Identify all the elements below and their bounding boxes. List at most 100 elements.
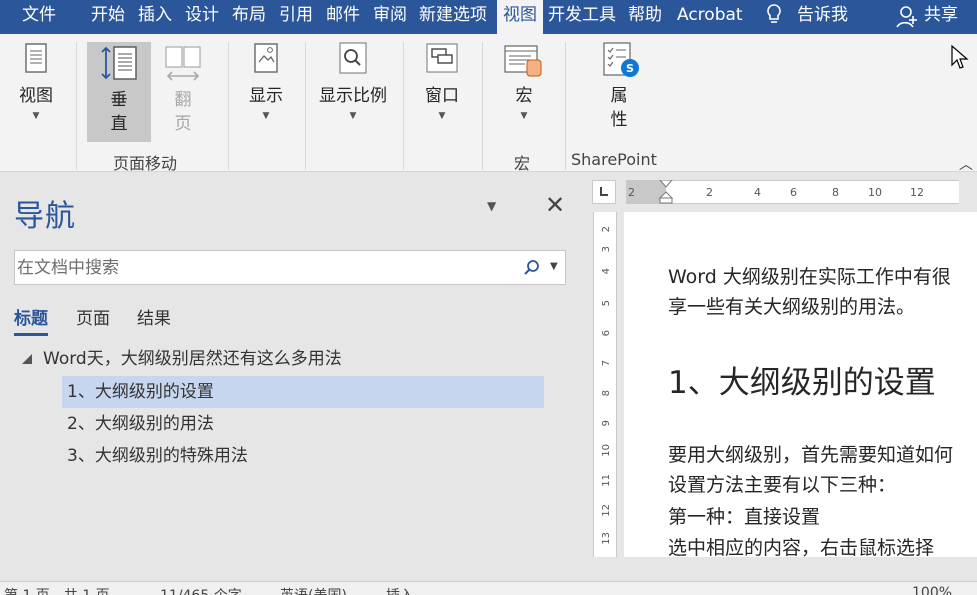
tab-developer[interactable]: 开发工具 xyxy=(548,0,616,34)
tab-headings[interactable]: 标题 xyxy=(14,304,48,336)
heading-item[interactable]: 3、大纲级别的特殊用法 xyxy=(67,440,248,472)
window-icon xyxy=(426,43,458,73)
tab-insert[interactable]: 插入 xyxy=(138,0,172,34)
ruler-number: 8 xyxy=(832,186,839,199)
ruler-number: 6 xyxy=(601,330,612,337)
vertical-label-1: 垂 xyxy=(110,90,128,110)
magnifier-icon xyxy=(339,42,367,74)
doc-heading: 1、大纲级别的设置 xyxy=(668,365,936,401)
vertical-ruler[interactable]: 2 3 4 5 6 7 8 9 10 11 12 13 xyxy=(593,212,617,557)
ruler-number: 2 xyxy=(628,186,635,199)
window-label: 窗口 xyxy=(425,86,459,106)
search-icon[interactable] xyxy=(523,259,541,277)
indent-marker-icon[interactable] xyxy=(658,180,674,204)
search-input[interactable] xyxy=(17,253,507,282)
tab-results[interactable]: 结果 xyxy=(137,304,171,329)
ruler-number: 8 xyxy=(601,390,612,397)
zoom-label: 显示比例 xyxy=(319,86,387,106)
document-page[interactable]: Word 大纲级别在实际工作中有很 享一些有关大纲级别的用法。 1、大纲级别的设… xyxy=(624,212,977,557)
tell-me-label[interactable]: 告诉我 xyxy=(797,0,848,34)
flip-label-1: 翻 xyxy=(174,90,192,110)
properties-label-1: 属 xyxy=(610,86,628,106)
ruler-number: 11 xyxy=(601,474,612,487)
ruler-number: 12 xyxy=(910,186,924,199)
horizontal-ruler[interactable]: 2 2 4 6 8 10 12 xyxy=(626,180,959,204)
search-options-icon[interactable]: ▼ xyxy=(550,261,558,272)
zoom-dropdown-icon: ▼ xyxy=(349,111,357,121)
ruler-number: 2 xyxy=(706,186,713,199)
ruler-number: 5 xyxy=(601,300,612,307)
document-view-icon xyxy=(25,43,47,73)
ribbon-divider xyxy=(305,42,306,170)
ruler-number: 9 xyxy=(601,420,612,427)
pane-options-icon[interactable]: ▼ xyxy=(487,199,496,213)
heading-item[interactable]: 2、大纲级别的用法 xyxy=(67,408,214,440)
ribbon-divider xyxy=(228,42,229,170)
heading-item-selected[interactable]: 1、大纲级别的设置 xyxy=(62,376,544,408)
share-button[interactable]: 共享 xyxy=(924,0,958,34)
share-person-icon[interactable] xyxy=(895,3,919,29)
ruler-number: 13 xyxy=(601,532,612,545)
tab-file[interactable]: 文件 xyxy=(22,0,56,34)
macros-label: 宏 xyxy=(515,86,533,106)
collapse-ribbon-icon[interactable]: ︿ xyxy=(959,154,973,174)
navigation-pane: 导航 ▼ ✕ ▼ 标题 页面 结果 Word天，大纲级别居然还有这么多用法 1、… xyxy=(0,173,583,581)
ribbon-divider xyxy=(482,42,483,170)
heading-item[interactable]: Word天，大纲级别居然还有这么多用法 xyxy=(43,343,342,375)
window-dropdown-icon: ▼ xyxy=(438,111,446,121)
language[interactable]: 英语(美国) xyxy=(280,585,347,595)
ruler-number: 4 xyxy=(754,186,761,199)
vertical-label-2: 直 xyxy=(110,114,128,134)
doc-paragraph: 第一种：直接设置 xyxy=(668,506,821,528)
menu-bar: 文件 开始 插入 设计 布局 引用 邮件 审阅 新建选项 视图 开发工具 帮助 … xyxy=(0,0,977,38)
pane-splitter[interactable] xyxy=(583,173,590,581)
side-to-side-icon xyxy=(165,46,201,81)
doc-paragraph: 选中相应的内容，右击鼠标选择 xyxy=(668,537,935,557)
tab-design[interactable]: 设计 xyxy=(185,0,219,34)
navigation-title: 导航 xyxy=(14,199,76,234)
group-label-page-movement: 页面移动 xyxy=(113,154,178,173)
ribbon-divider xyxy=(76,42,77,170)
status-bar: 第 1 页，共 1 页 11/465 个字 英语(美国) 插入 100% xyxy=(0,581,977,595)
properties-button[interactable]: S 属 性 xyxy=(590,38,648,132)
ruler-number: 2 xyxy=(601,226,612,233)
group-label-macros: 宏 xyxy=(514,154,531,173)
ruler-number: 10 xyxy=(601,444,612,457)
tab-view[interactable]: 视图 xyxy=(497,0,543,38)
views-button[interactable]: 视图 ▼ xyxy=(10,38,62,122)
expand-triangle-icon[interactable] xyxy=(20,352,34,366)
search-box[interactable]: ▼ xyxy=(14,250,566,285)
views-dropdown-icon: ▼ xyxy=(32,111,40,121)
zoom-level[interactable]: 100% xyxy=(912,585,952,595)
properties-label-2: 性 xyxy=(610,110,628,130)
ruler-number: 4 xyxy=(601,268,612,275)
side-to-side-button[interactable]: 翻 页 xyxy=(156,42,210,136)
window-button[interactable]: 窗口 ▼ xyxy=(415,38,469,122)
tab-pages[interactable]: 页面 xyxy=(76,304,110,329)
vertical-scroll-icon xyxy=(101,46,137,80)
tab-acrobat[interactable]: Acrobat xyxy=(677,0,743,34)
show-button[interactable]: 显示 ▼ xyxy=(239,38,293,122)
page-count[interactable]: 第 1 页，共 1 页 xyxy=(4,585,110,595)
macros-button[interactable]: 宏 ▼ xyxy=(497,38,551,122)
zoom-button[interactable]: 显示比例 ▼ xyxy=(315,38,391,122)
close-icon[interactable]: ✕ xyxy=(545,191,565,219)
tab-stop-selector[interactable] xyxy=(592,180,616,204)
tab-home[interactable]: 开始 xyxy=(91,0,125,34)
tab-new-options[interactable]: 新建选项 xyxy=(419,0,487,34)
doc-paragraph: Word 大纲级别在实际工作中有很 xyxy=(668,266,951,288)
macros-dropdown-icon: ▼ xyxy=(520,111,528,121)
insert-mode[interactable]: 插入 xyxy=(386,585,414,595)
tab-mailings[interactable]: 邮件 xyxy=(326,0,360,34)
ruler-number: 7 xyxy=(601,360,612,367)
tab-review[interactable]: 审阅 xyxy=(373,0,407,34)
vertical-button[interactable]: 垂 直 xyxy=(87,42,151,142)
svg-text:S: S xyxy=(626,62,634,75)
show-dropdown-icon: ▼ xyxy=(262,111,270,121)
tab-references[interactable]: 引用 xyxy=(279,0,313,34)
word-count[interactable]: 11/465 个字 xyxy=(160,585,242,595)
ruler-number: 3 xyxy=(601,246,612,253)
tab-help[interactable]: 帮助 xyxy=(628,0,662,34)
tab-layout[interactable]: 布局 xyxy=(232,0,266,34)
lightbulb-icon[interactable] xyxy=(764,2,784,28)
